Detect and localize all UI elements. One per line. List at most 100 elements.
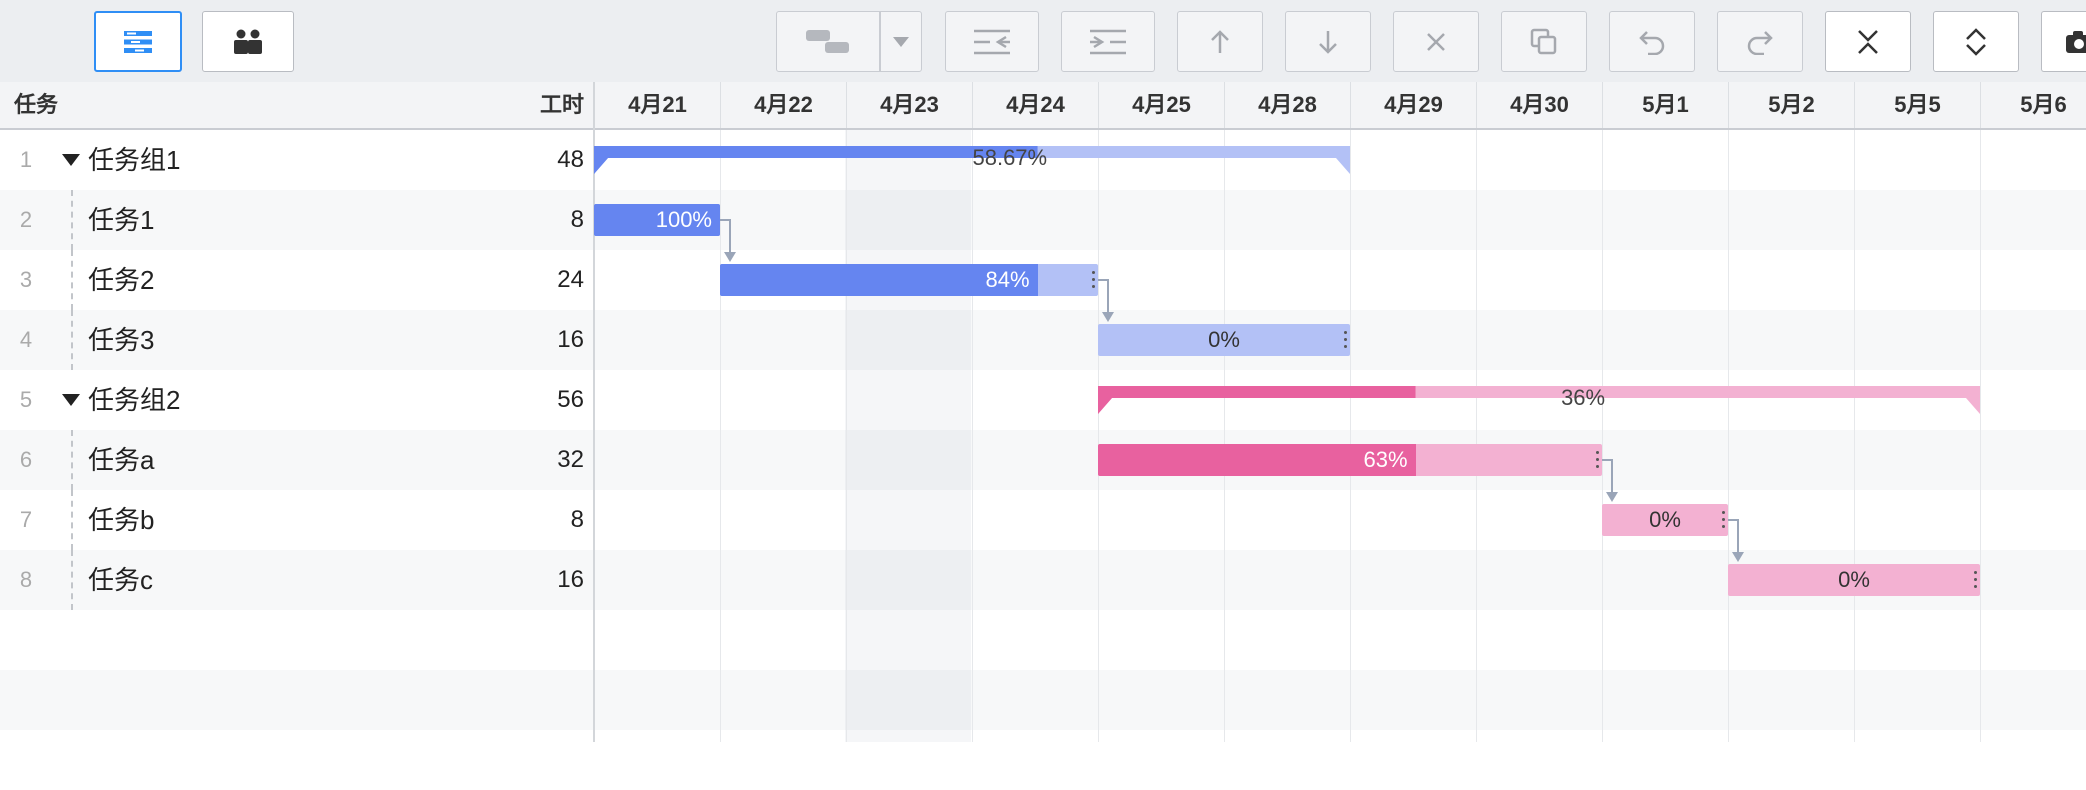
redo-button[interactable] — [1717, 11, 1803, 72]
row-number: 8 — [14, 550, 38, 610]
undo-icon — [1638, 29, 1666, 55]
collapse-icon — [1856, 28, 1880, 56]
row-number: 2 — [14, 190, 38, 250]
task-name[interactable]: 任务b — [88, 490, 154, 550]
screenshot-button[interactable] — [2041, 11, 2086, 72]
resize-handle-icon[interactable] — [1722, 511, 1725, 529]
task-name[interactable]: 任务组1 — [88, 130, 180, 190]
camera-icon — [2064, 30, 2086, 54]
timeline-grid-line — [1098, 130, 1099, 742]
task-hours[interactable]: 48 — [480, 130, 584, 190]
date-header: 4月25 — [1098, 82, 1224, 128]
people-icon — [231, 29, 265, 55]
task-progress-label: 63% — [1098, 444, 1408, 476]
date-header: 5月6 — [1980, 82, 2086, 128]
task-row[interactable]: 6 任务a 32 — [0, 430, 2086, 490]
empty-row — [0, 730, 2086, 790]
date-header: 4月28 — [1224, 82, 1350, 128]
date-header: 4月23 — [846, 82, 972, 128]
date-header: 4月24 — [972, 82, 1098, 128]
redo-icon — [1746, 29, 1774, 55]
grid-splitter[interactable] — [593, 82, 595, 742]
task-hours[interactable]: 24 — [480, 250, 584, 310]
timeline-grid-line — [1224, 130, 1225, 742]
outdent-button[interactable] — [945, 11, 1039, 72]
task-name[interactable]: 任务c — [88, 550, 153, 610]
move-down-button[interactable] — [1285, 11, 1371, 72]
date-header: 4月30 — [1476, 82, 1602, 128]
expand-icon — [1964, 28, 1988, 56]
row-number: 5 — [14, 370, 38, 430]
collapse-caret-icon[interactable] — [62, 394, 80, 406]
empty-row — [0, 610, 2086, 670]
row-number: 4 — [14, 310, 38, 370]
task-progress-label: 0% — [1098, 324, 1350, 356]
task-hours[interactable]: 16 — [480, 310, 584, 370]
task-progress-label: 84% — [720, 264, 1030, 296]
collapse-all-button[interactable] — [1825, 11, 1911, 72]
delete-button[interactable] — [1393, 11, 1479, 72]
view-list-button[interactable] — [94, 11, 182, 72]
resize-handle-icon[interactable] — [1344, 331, 1347, 349]
hours-column-header[interactable]: 工时 — [500, 82, 584, 128]
row-number: 6 — [14, 430, 38, 490]
task-row[interactable]: 2 任务1 8 — [0, 190, 2086, 250]
link-type-dropdown[interactable] — [880, 11, 922, 72]
task-hours[interactable]: 56 — [480, 370, 584, 430]
row-number: 3 — [14, 250, 38, 310]
collapse-caret-icon[interactable] — [62, 154, 80, 166]
summary-progress-label: 58.67% — [594, 144, 1426, 172]
task-progress-label: 100% — [594, 204, 712, 236]
task-bar[interactable]: 0% — [1098, 324, 1350, 356]
arrow-up-icon — [1209, 29, 1231, 55]
task-progress-label: 0% — [1602, 504, 1728, 536]
timeline-grid-line — [720, 130, 721, 742]
link-type-button[interactable] — [776, 11, 880, 72]
task-name[interactable]: 任务3 — [88, 310, 154, 370]
task-name[interactable]: 任务2 — [88, 250, 154, 310]
date-header: 4月29 — [1350, 82, 1476, 128]
tree-line — [71, 550, 73, 610]
task-bar[interactable]: 63% — [1098, 444, 1602, 476]
indent-icon — [1088, 28, 1128, 56]
tree-line — [71, 490, 73, 550]
resize-handle-icon[interactable] — [1974, 571, 1977, 589]
task-bar[interactable]: 0% — [1728, 564, 1980, 596]
task-name[interactable]: 任务1 — [88, 190, 154, 250]
copy-icon — [1530, 28, 1558, 56]
copy-button[interactable] — [1501, 11, 1587, 72]
timeline-grid-line — [1728, 130, 1729, 742]
arrow-down-icon — [1317, 29, 1339, 55]
date-header: 5月5 — [1854, 82, 1980, 128]
move-up-button[interactable] — [1177, 11, 1263, 72]
resize-handle-icon[interactable] — [1596, 451, 1599, 469]
undo-button[interactable] — [1609, 11, 1695, 72]
expand-all-button[interactable] — [1933, 11, 2019, 72]
task-row[interactable]: 7 任务b 8 — [0, 490, 2086, 550]
task-hours[interactable]: 8 — [480, 190, 584, 250]
task-name[interactable]: 任务组2 — [88, 370, 180, 430]
people-view-button[interactable] — [202, 11, 294, 72]
task-bar[interactable]: 100% — [594, 204, 720, 236]
task-row[interactable]: 4 任务3 16 — [0, 310, 2086, 370]
link-bars-icon — [803, 27, 853, 57]
resize-handle-icon[interactable] — [1092, 271, 1095, 289]
task-progress-label: 0% — [1728, 564, 1980, 596]
outdent-icon — [972, 28, 1012, 56]
task-name[interactable]: 任务a — [88, 430, 154, 490]
task-column-header[interactable]: 任务 — [14, 82, 58, 128]
task-bar[interactable]: 0% — [1602, 504, 1728, 536]
task-hours[interactable]: 8 — [480, 490, 584, 550]
row-number: 1 — [14, 130, 38, 190]
timeline-grid-line — [1350, 130, 1351, 742]
task-hours[interactable]: 16 — [480, 550, 584, 610]
tree-line — [71, 310, 73, 370]
close-icon — [1425, 31, 1447, 53]
row-number: 7 — [14, 490, 38, 550]
toolbar — [0, 0, 2086, 83]
indent-button[interactable] — [1061, 11, 1155, 72]
timeline-grid-line — [972, 130, 973, 742]
task-bar[interactable]: 84% — [720, 264, 1098, 296]
tree-line — [71, 190, 73, 250]
task-hours[interactable]: 32 — [480, 430, 584, 490]
